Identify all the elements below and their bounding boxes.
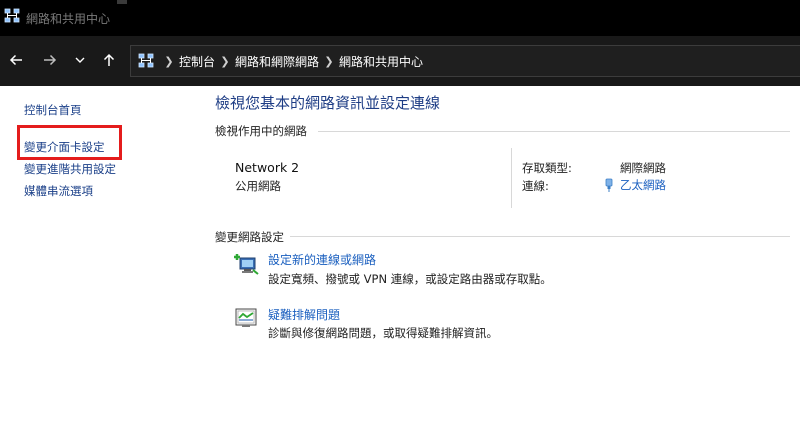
- up-button[interactable]: [97, 48, 121, 72]
- breadcrumb-network-sharing-center[interactable]: 網路和共用中心: [339, 53, 423, 70]
- section-divider: [318, 131, 790, 132]
- window-title: 網路和共用中心: [26, 12, 111, 26]
- network-center-icon: [4, 8, 20, 23]
- sidebar-item-control-panel-home[interactable]: 控制台首頁: [24, 102, 82, 118]
- network-center-icon: [138, 53, 154, 68]
- forward-button[interactable]: [38, 48, 62, 72]
- section-divider: [290, 236, 790, 237]
- access-type-label: 存取類型:: [522, 161, 572, 175]
- navigation-bar: ❯ 控制台 ❯ 網路和網際網路 ❯ 網路和共用中心: [0, 36, 800, 86]
- new-connection-icon: [234, 254, 259, 275]
- setup-new-connection-desc: 設定寬頻、撥號或 VPN 連線，或設定路由器或存取點。: [268, 272, 552, 286]
- breadcrumb: ❯ 控制台 ❯ 網路和網際網路 ❯ 網路和共用中心: [159, 53, 423, 70]
- ethernet-icon: [605, 178, 613, 192]
- breadcrumb-network-internet[interactable]: 網路和網際網路: [235, 53, 319, 70]
- title-bar: 網路和共用中心: [0, 0, 800, 36]
- chevron-down-icon: [75, 57, 85, 63]
- connections-label: 連線:: [522, 179, 549, 193]
- setup-new-connection-link[interactable]: 設定新的連線或網路: [268, 251, 376, 268]
- troubleshoot-problems-link[interactable]: 疑難排解問題: [268, 306, 340, 323]
- recent-locations-button[interactable]: [68, 48, 92, 72]
- forward-arrow-icon: [44, 54, 57, 66]
- change-settings-heading: 變更網路設定: [215, 230, 284, 244]
- back-button[interactable]: [4, 48, 28, 72]
- access-type-value: 網際網路: [620, 161, 666, 175]
- back-arrow-icon: [9, 54, 22, 66]
- vertical-divider: [511, 148, 512, 208]
- up-arrow-icon: [103, 53, 115, 66]
- left-task-pane: 控制台首頁 變更介面卡設定 變更進階共用設定 媒體串流選項: [0, 86, 200, 440]
- address-bar[interactable]: ❯ 控制台 ❯ 網路和網際網路 ❯ 網路和共用中心: [130, 45, 800, 77]
- active-networks-heading: 檢視作用中的網路: [215, 124, 307, 138]
- chevron-right-icon[interactable]: ❯: [159, 55, 179, 68]
- background-window-icon: [117, 0, 127, 4]
- highlight-box: [17, 125, 122, 160]
- sidebar-item-change-advanced-sharing[interactable]: 變更進階共用設定: [24, 161, 116, 177]
- sidebar-item-media-streaming[interactable]: 媒體串流選項: [24, 183, 93, 199]
- network-name: Network 2: [235, 160, 300, 175]
- chevron-right-icon[interactable]: ❯: [319, 55, 339, 68]
- page-title: 檢視您基本的網路資訊並設定連線: [215, 94, 441, 112]
- breadcrumb-control-panel[interactable]: 控制台: [179, 53, 215, 70]
- ethernet-connection-label[interactable]: 乙太網路: [620, 177, 666, 193]
- chevron-right-icon[interactable]: ❯: [215, 55, 235, 68]
- troubleshoot-icon: [235, 308, 257, 327]
- main-content: 檢視您基本的網路資訊並設定連線 檢視作用中的網路 Network 2 公用網路 …: [200, 86, 800, 440]
- ethernet-connection-link[interactable]: 乙太網路: [604, 177, 666, 193]
- network-category[interactable]: 公用網路: [235, 178, 281, 194]
- troubleshoot-problems-desc: 診斷與修復網路問題，或取得疑難排解資訊。: [268, 326, 498, 340]
